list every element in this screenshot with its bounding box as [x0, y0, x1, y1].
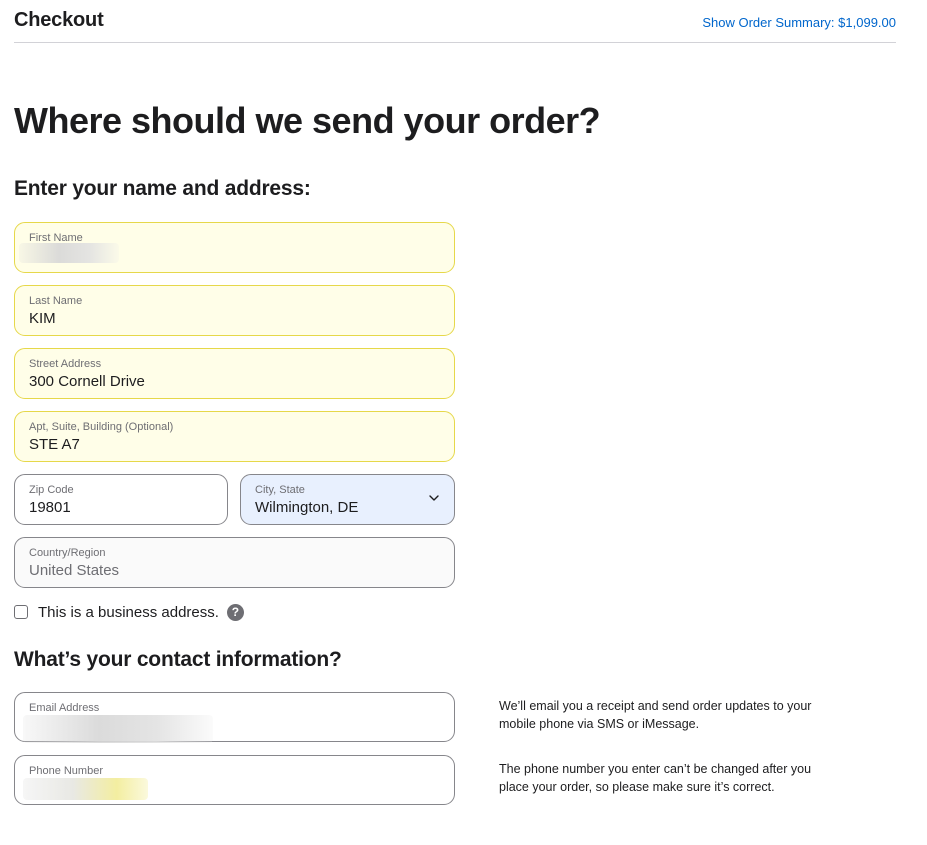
redacted-first-name [19, 243, 119, 263]
business-address-row: This is a business address. ? [14, 603, 244, 621]
street-address-value: 300 Cornell Drive [29, 373, 145, 390]
city-state-value: Wilmington, DE [255, 499, 359, 516]
last-name-field[interactable]: Last Name KIM [14, 285, 455, 336]
last-name-value: KIM [29, 310, 56, 327]
apt-suite-value: STE A7 [29, 436, 80, 453]
apt-suite-field[interactable]: Apt, Suite, Building (Optional) STE A7 [14, 411, 455, 462]
street-address-field[interactable]: Street Address 300 Cornell Drive [14, 348, 455, 399]
redacted-email [23, 715, 213, 743]
help-icon[interactable]: ? [226, 603, 244, 621]
city-state-select[interactable]: City, State Wilmington, DE [240, 474, 455, 525]
phone-label: Phone Number [29, 765, 103, 777]
email-label: Email Address [29, 702, 100, 714]
country-region-value: United States [29, 562, 120, 579]
business-address-checkbox[interactable] [14, 605, 28, 619]
phone-field[interactable]: Phone Number [14, 755, 455, 805]
business-address-label[interactable]: This is a business address. [38, 604, 219, 621]
checkout-header: Checkout Show Order Summary: $1,099.00 [14, 0, 896, 43]
redacted-phone [23, 778, 148, 800]
email-note: We’ll email you a receipt and send order… [499, 699, 812, 731]
zip-code-field[interactable]: Zip Code 19801 [14, 474, 228, 525]
show-order-summary-link[interactable]: Show Order Summary: $1,099.00 [702, 15, 896, 30]
country-region-label: Country/Region [29, 547, 106, 559]
street-address-label: Street Address [29, 358, 102, 370]
city-state-label: City, State [255, 484, 305, 496]
contact-section-heading: What’s your contact information? [14, 648, 342, 671]
country-region-field: Country/Region United States [14, 537, 455, 588]
last-name-label: Last Name [29, 295, 83, 307]
chevron-down-icon [429, 495, 439, 501]
zip-code-label: Zip Code [29, 484, 74, 496]
phone-note: The phone number you enter can’t be chan… [499, 762, 812, 794]
apt-suite-label: Apt, Suite, Building (Optional) [29, 421, 174, 433]
first-name-field[interactable]: First Name [14, 222, 455, 273]
address-section-heading: Enter your name and address: [14, 177, 311, 200]
page-title: Checkout [14, 9, 104, 31]
email-field[interactable]: Email Address [14, 692, 455, 743]
main-heading: Where should we send your order? [14, 100, 601, 141]
zip-code-value: 19801 [29, 499, 71, 516]
